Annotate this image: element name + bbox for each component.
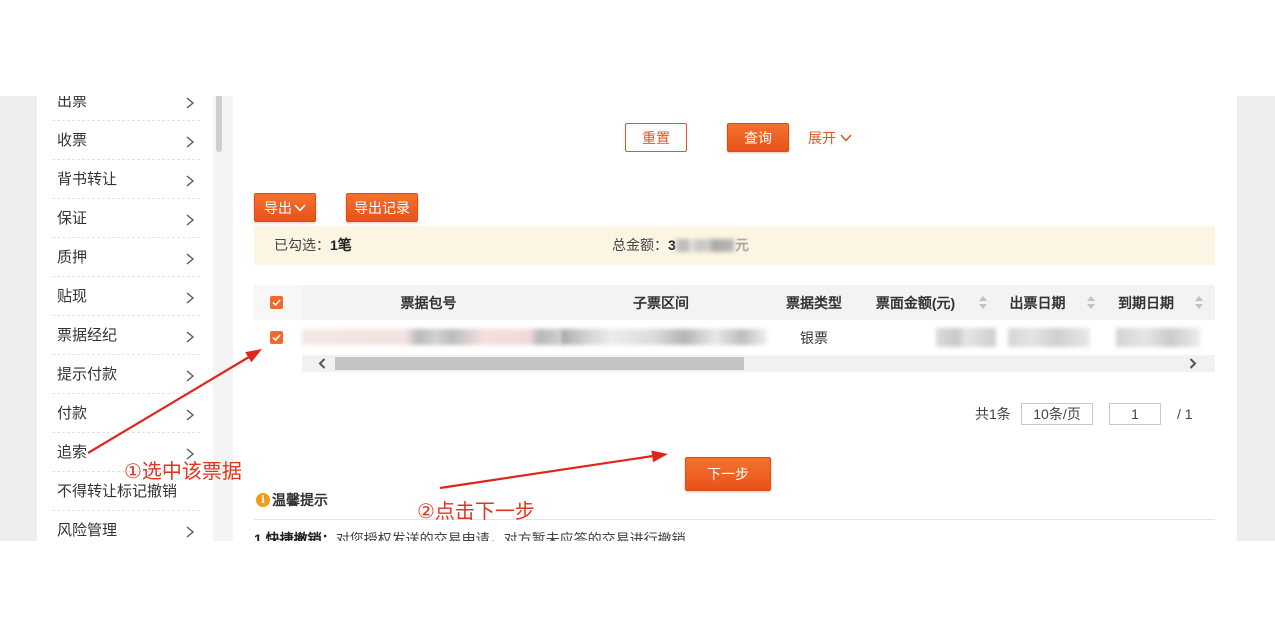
sidebar-item-guarantee[interactable]: 保证 — [37, 199, 213, 238]
sidebar-item-discount[interactable]: 贴现 — [37, 277, 213, 316]
tip-item: 1.快捷撤销：对您授权发送的交易申请，对方暂未应答的交易进行撤销 — [254, 530, 686, 541]
chevron-right-icon — [186, 331, 195, 342]
sidebar-item-receive[interactable]: 收票 — [37, 121, 213, 160]
sort-icon[interactable] — [979, 296, 987, 309]
export-records-button[interactable]: 导出记录 — [346, 193, 418, 222]
query-button[interactable]: 查询 — [727, 123, 789, 152]
chevron-right-icon — [186, 370, 195, 381]
selected-value: 1笔 — [330, 237, 352, 253]
sort-icon[interactable] — [1087, 296, 1095, 309]
column-label: 票据包号 — [400, 294, 457, 311]
chevron-right-icon — [186, 214, 195, 225]
check-icon — [272, 299, 281, 307]
sidebar-item-label: 保证 — [57, 209, 88, 227]
selected-label: 已勾选： — [274, 237, 330, 253]
chevron-right-icon — [186, 526, 195, 537]
select-all-checkbox[interactable] — [270, 296, 283, 309]
divider — [254, 519, 1215, 520]
sidebar-scrollbar-thumb[interactable] — [216, 96, 222, 152]
scroll-right-icon[interactable] — [1189, 358, 1197, 369]
sidebar-item-payment[interactable]: 付款 — [37, 394, 213, 433]
chevron-right-icon — [186, 253, 195, 264]
sort-icon[interactable] — [1195, 296, 1203, 309]
column-header-face-amount[interactable]: 票面金额(元) — [861, 285, 997, 320]
table-row[interactable]: 银票 — [254, 320, 1215, 355]
export-label: 导出 — [264, 199, 292, 216]
column-label: 票据类型 — [786, 294, 842, 311]
sidebar-item-endorsement[interactable]: 背书转让 — [37, 160, 213, 199]
tip-item-text: 对您授权发送的交易申请，对方暂未应答的交易进行撤销 — [335, 531, 686, 541]
sidebar-item-brokerage[interactable]: 票据经纪 — [37, 316, 213, 355]
chevron-right-icon — [186, 409, 195, 420]
reset-button[interactable]: 重置 — [625, 123, 687, 152]
column-header-due-date[interactable]: 到期日期 — [1105, 285, 1215, 320]
sidebar-item-label: 背书转让 — [57, 170, 118, 188]
bill-type-cell: 银票 — [800, 329, 828, 346]
sidebar-item-payment-presentation[interactable]: 提示付款 — [37, 355, 213, 394]
chevron-right-icon — [186, 175, 195, 186]
check-icon — [272, 334, 281, 342]
redacted-sub-bill-range — [560, 329, 767, 345]
annotation-step-1: ①选中该票据 — [124, 461, 242, 483]
tip-item-title: 1.快捷撤销： — [254, 531, 336, 541]
info-icon: i — [256, 493, 270, 507]
redacted-due-date — [1116, 328, 1200, 347]
selected-count: 已勾选：1笔 — [274, 226, 352, 265]
selection-summary-bar: 已勾选：1笔 总金额：3 元 — [254, 226, 1215, 265]
column-header-bill-type: 票据类型 — [767, 285, 861, 320]
tips-title: 温馨提示 — [272, 492, 328, 508]
expand-toggle[interactable]: 展开 — [808, 127, 852, 149]
pagination-total: 共1条 — [975, 406, 1011, 422]
sidebar-item-label: 贴现 — [57, 287, 88, 305]
scrollbar-thumb[interactable] — [335, 357, 744, 370]
sidebar-item-label: 追索 — [57, 443, 88, 461]
export-button[interactable]: 导出 — [254, 193, 316, 222]
sidebar-item-label: 收票 — [57, 131, 88, 149]
row-select-cell — [254, 320, 302, 355]
chevron-right-icon — [186, 136, 195, 147]
next-step-button[interactable]: 下一步 — [685, 457, 771, 491]
sidebar-item-label: 风险管理 — [57, 521, 118, 539]
column-header-issue-date[interactable]: 出票日期 — [997, 285, 1105, 320]
column-header-sub-bill-range: 子票区间 — [555, 285, 767, 320]
sidebar-item-label: 出票 — [57, 96, 88, 110]
total-amount: 总金额：3 — [612, 226, 676, 265]
annotation-step-2: ②点击下一步 — [417, 501, 535, 523]
sidebar-item-label: 提示付款 — [57, 365, 118, 383]
select-all-cell — [254, 285, 302, 320]
sidebar-item-label: 付款 — [57, 404, 88, 422]
column-label: 子票区间 — [633, 294, 689, 311]
sidebar-item-pledge[interactable]: 质押 — [37, 238, 213, 277]
table-header: 票据包号 子票区间 票据类型 票面金额(元) 出票日期 到期日期 — [254, 285, 1215, 320]
total-value-prefix: 3 — [668, 237, 676, 253]
column-label: 出票日期 — [1009, 294, 1066, 311]
page-size-select[interactable]: 10条/页 — [1021, 403, 1093, 425]
row-checkbox[interactable] — [270, 331, 283, 344]
total-value-suffix: 元 — [735, 237, 749, 253]
page-number-input[interactable] — [1109, 403, 1161, 425]
page-total: / 1 — [1177, 406, 1193, 422]
sidebar-item-label: 质押 — [57, 248, 88, 266]
chevron-down-icon — [840, 134, 852, 142]
redacted-total-amount — [676, 239, 734, 252]
total-label: 总金额： — [612, 237, 668, 253]
chevron-right-icon — [186, 292, 195, 303]
chevron-down-icon — [294, 203, 306, 212]
column-label: 票面金额(元) — [875, 294, 956, 311]
sidebar-item-risk-management[interactable]: 风险管理 — [37, 511, 213, 542]
chevron-right-icon — [186, 448, 195, 459]
redacted-face-amount — [936, 328, 996, 347]
scroll-left-icon[interactable] — [318, 358, 326, 369]
expand-label: 展开 — [808, 130, 836, 146]
redacted-issue-date — [1008, 328, 1090, 347]
column-header-bill-package-no: 票据包号 — [302, 285, 555, 320]
sidebar-item-label: 票据经纪 — [57, 326, 118, 344]
redacted-bill-package-no — [302, 329, 560, 345]
app-screenshot: 出票 收票 背书转让 保证 质押 贴现 票据经纪 提示付款 付款 追索 不得转让… — [0, 96, 1275, 541]
sidebar-item-issue[interactable]: 出票 — [37, 96, 213, 121]
chevron-right-icon — [186, 97, 195, 108]
column-label: 到期日期 — [1118, 294, 1174, 311]
